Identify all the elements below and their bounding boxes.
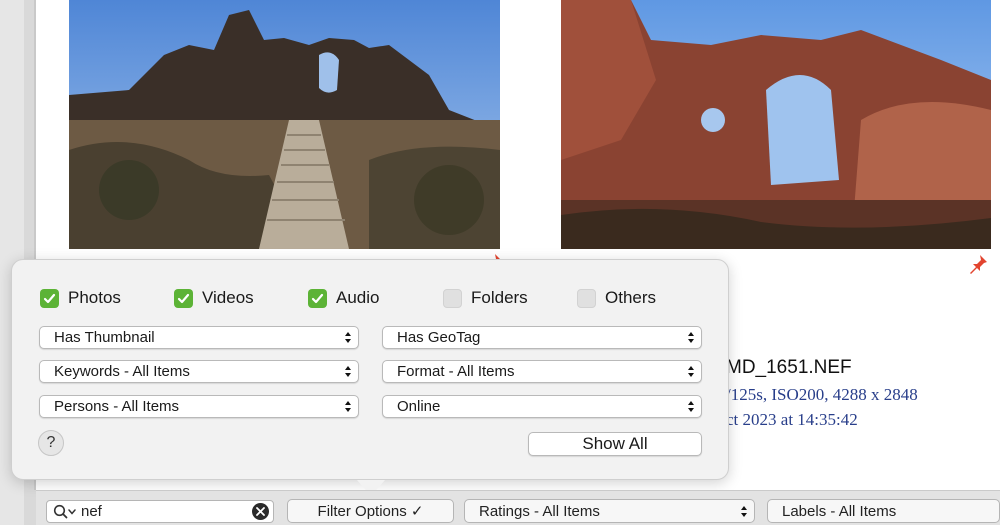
filter-options-popover: Photos Videos Audio Folders Others Has T… [11, 259, 729, 480]
exif-info: /125s, ISO200, 4288 x 2848 [726, 385, 918, 404]
checkbox-label: Folders [471, 288, 528, 307]
checkmark-icon[interactable] [308, 288, 327, 308]
select-arrows-icon [344, 364, 352, 379]
checkbox-label: Audio [336, 288, 380, 307]
select-persons[interactable]: Persons - All Items [39, 395, 359, 418]
show-all-button[interactable]: Show All [528, 432, 702, 456]
photo-thumbnail-2[interactable] [561, 0, 991, 249]
capture-date: ct 2023 at 14:35:42 [726, 410, 858, 429]
filter-options-button[interactable]: Filter Options ✓ [287, 499, 454, 523]
select-value: Labels - All Items [782, 502, 897, 520]
bottom-toolbar: Filter Options ✓ Ratings - All Items Lab… [36, 490, 1000, 525]
checkbox-label: Videos [202, 288, 254, 307]
select-thumbnail[interactable]: Has Thumbnail [39, 326, 359, 349]
pin-icon[interactable] [967, 253, 989, 275]
file-name: MD_1651.NEF [726, 357, 852, 378]
select-value: Keywords - All Items [54, 363, 190, 380]
checkmark-icon[interactable] [40, 288, 59, 308]
select-arrows-icon [344, 399, 352, 414]
checkbox-photos[interactable]: Photos [40, 287, 121, 309]
search-input[interactable] [81, 502, 241, 521]
checkbox-label: Photos [68, 288, 121, 307]
select-value: Ratings - All Items [479, 502, 600, 520]
select-value: Has GeoTag [397, 329, 481, 346]
checkbox-others[interactable]: Others [577, 287, 656, 309]
select-arrows-icon [687, 364, 695, 379]
select-geotag[interactable]: Has GeoTag [382, 326, 702, 349]
select-format[interactable]: Format - All Items [382, 360, 702, 383]
select-value: Has Thumbnail [54, 329, 155, 346]
search-icon[interactable] [53, 504, 77, 520]
select-value: Online [397, 398, 441, 415]
checkmark-icon[interactable] [174, 288, 193, 308]
checkbox-videos[interactable]: Videos [174, 287, 254, 309]
select-arrows-icon [687, 330, 695, 345]
select-value: Persons - All Items [54, 398, 180, 415]
select-online[interactable]: Online [382, 395, 702, 418]
select-keywords[interactable]: Keywords - All Items [39, 360, 359, 383]
ratings-select[interactable]: Ratings - All Items [464, 499, 755, 523]
search-field[interactable] [46, 500, 274, 523]
select-arrows-icon [740, 504, 748, 519]
photo-thumbnail-1[interactable] [69, 0, 500, 249]
checkbox-folders[interactable]: Folders [443, 287, 528, 309]
help-button[interactable]: ? [38, 430, 64, 456]
select-value: Format - All Items [397, 363, 515, 380]
clear-icon[interactable] [252, 503, 269, 520]
checkbox-empty[interactable] [443, 288, 462, 308]
select-arrows-icon [344, 330, 352, 345]
checkbox-empty[interactable] [577, 288, 596, 308]
checkbox-label: Others [605, 288, 657, 307]
labels-select[interactable]: Labels - All Items [767, 499, 1000, 523]
select-arrows-icon [687, 399, 695, 414]
checkbox-audio[interactable]: Audio [308, 287, 379, 309]
